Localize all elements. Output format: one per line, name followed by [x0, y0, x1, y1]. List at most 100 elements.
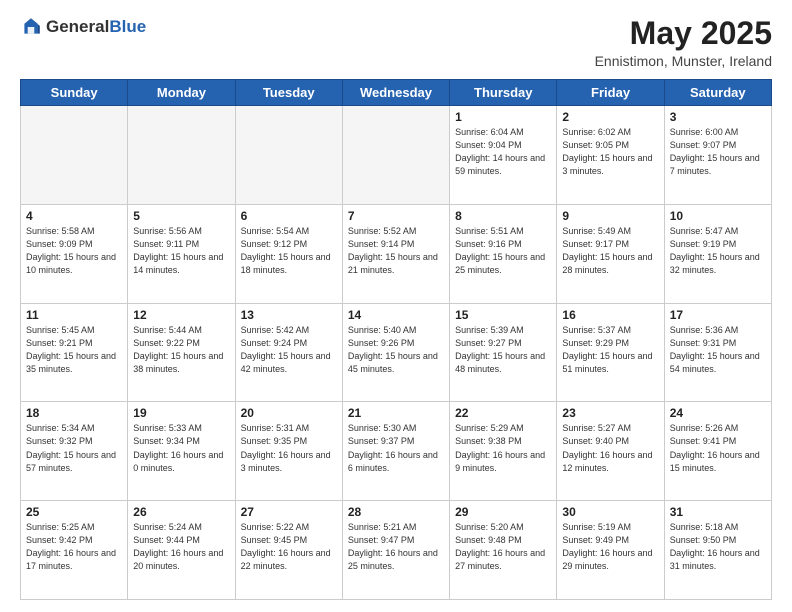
day-number: 16: [562, 308, 658, 322]
day-info: Sunrise: 5:37 AMSunset: 9:29 PMDaylight:…: [562, 324, 658, 376]
week-row-1: 1Sunrise: 6:04 AMSunset: 9:04 PMDaylight…: [21, 106, 772, 205]
calendar-cell: 7 Sunrise: 5:52 AMSunset: 9:14 PMDaylight…: [342, 204, 449, 303]
calendar-cell: 8 Sunrise: 5:51 AMSunset: 9:16 PMDaylight…: [450, 204, 557, 303]
day-number: 11: [26, 308, 122, 322]
weekday-header-tuesday: Tuesday: [235, 80, 342, 106]
day-info: Sunrise: 5:33 AMSunset: 9:34 PMDaylight:…: [133, 422, 229, 474]
calendar-cell: 25Sunrise: 5:25 AMSunset: 9:42 PMDayligh…: [21, 501, 128, 600]
day-number: 8: [455, 209, 551, 223]
day-number: 24: [670, 406, 766, 420]
day-number: 26: [133, 505, 229, 519]
calendar-cell: 6 Sunrise: 5:54 AMSunset: 9:12 PMDaylight…: [235, 204, 342, 303]
day-number: 6: [241, 209, 337, 223]
day-info: Sunrise: 5:30 AMSunset: 9:37 PMDaylight:…: [348, 422, 444, 474]
calendar-cell: 5 Sunrise: 5:56 AMSunset: 9:11 PMDaylight…: [128, 204, 235, 303]
day-number: 30: [562, 505, 658, 519]
day-number: 22: [455, 406, 551, 420]
day-number: 19: [133, 406, 229, 420]
calendar-cell: 24 Sunrise: 5:26 AMSunset: 9:41 PMDayligh…: [664, 402, 771, 501]
day-info: Sunrise: 5:26 AMSunset: 9:41 PMDaylight:…: [670, 422, 766, 474]
day-info: Sunrise: 5:19 AMSunset: 9:49 PMDaylight:…: [562, 521, 658, 573]
day-number: 23: [562, 406, 658, 420]
header: GeneralBlue May 2025 Ennistimon, Munster…: [20, 16, 772, 69]
month-year: May 2025: [595, 16, 772, 51]
day-info: Sunrise: 5:56 AMSunset: 9:11 PMDaylight:…: [133, 225, 229, 277]
day-info: Sunrise: 5:36 AMSunset: 9:31 PMDaylight:…: [670, 324, 766, 376]
day-number: 12: [133, 308, 229, 322]
day-info: Sunrise: 5:54 AMSunset: 9:12 PMDaylight:…: [241, 225, 337, 277]
day-info: Sunrise: 5:52 AMSunset: 9:14 PMDaylight:…: [348, 225, 444, 277]
day-number: 31: [670, 505, 766, 519]
day-number: 20: [241, 406, 337, 420]
day-info: Sunrise: 5:45 AMSunset: 9:21 PMDaylight:…: [26, 324, 122, 376]
day-info: Sunrise: 5:51 AMSunset: 9:16 PMDaylight:…: [455, 225, 551, 277]
day-number: 18: [26, 406, 122, 420]
day-number: 27: [241, 505, 337, 519]
calendar-cell: 18 Sunrise: 5:34 AMSunset: 9:32 PMDayligh…: [21, 402, 128, 501]
logo-text: GeneralBlue: [46, 17, 146, 37]
calendar-cell: 29 Sunrise: 5:20 AMSunset: 9:48 PMDayligh…: [450, 501, 557, 600]
calendar-cell: [128, 106, 235, 205]
calendar-cell: 13Sunrise: 5:42 AMSunset: 9:24 PMDayligh…: [235, 303, 342, 402]
day-info: Sunrise: 5:42 AMSunset: 9:24 PMDaylight:…: [241, 324, 337, 376]
location: Ennistimon, Munster, Ireland: [595, 53, 772, 69]
calendar-cell: 30 Sunrise: 5:19 AMSunset: 9:49 PMDayligh…: [557, 501, 664, 600]
calendar-cell: 15Sunrise: 5:39 AMSunset: 9:27 PMDayligh…: [450, 303, 557, 402]
title-block: May 2025 Ennistimon, Munster, Ireland: [595, 16, 772, 69]
calendar-cell: 11 Sunrise: 5:45 AMSunset: 9:21 PMDayligh…: [21, 303, 128, 402]
day-info: Sunrise: 5:27 AMSunset: 9:40 PMDaylight:…: [562, 422, 658, 474]
calendar-cell: 1Sunrise: 6:04 AMSunset: 9:04 PMDaylight…: [450, 106, 557, 205]
day-info: Sunrise: 5:58 AMSunset: 9:09 PMDaylight:…: [26, 225, 122, 277]
calendar-cell: 19 Sunrise: 5:33 AMSunset: 9:34 PMDayligh…: [128, 402, 235, 501]
calendar-cell: 21 Sunrise: 5:30 AMSunset: 9:37 PMDayligh…: [342, 402, 449, 501]
logo-general: General: [46, 17, 109, 36]
day-number: 2: [562, 110, 658, 124]
calendar-table: SundayMondayTuesdayWednesdayThursdayFrid…: [20, 79, 772, 600]
calendar-cell: 14Sunrise: 5:40 AMSunset: 9:26 PMDayligh…: [342, 303, 449, 402]
calendar-cell: 16 Sunrise: 5:37 AMSunset: 9:29 PMDayligh…: [557, 303, 664, 402]
weekday-header-sunday: Sunday: [21, 80, 128, 106]
day-number: 25: [26, 505, 122, 519]
day-info: Sunrise: 6:02 AMSunset: 9:05 PMDaylight:…: [562, 126, 658, 178]
weekday-header-row: SundayMondayTuesdayWednesdayThursdayFrid…: [21, 80, 772, 106]
day-number: 4: [26, 209, 122, 223]
day-info: Sunrise: 6:00 AMSunset: 9:07 PMDaylight:…: [670, 126, 766, 178]
day-info: Sunrise: 5:24 AMSunset: 9:44 PMDaylight:…: [133, 521, 229, 573]
logo-blue: Blue: [109, 17, 146, 36]
page: GeneralBlue May 2025 Ennistimon, Munster…: [0, 0, 792, 612]
calendar-cell: 10 Sunrise: 5:47 AMSunset: 9:19 PMDayligh…: [664, 204, 771, 303]
logo-icon: [20, 16, 42, 38]
day-number: 17: [670, 308, 766, 322]
day-info: Sunrise: 5:21 AMSunset: 9:47 PMDaylight:…: [348, 521, 444, 573]
day-info: Sunrise: 5:20 AMSunset: 9:48 PMDaylight:…: [455, 521, 551, 573]
week-row-2: 4 Sunrise: 5:58 AMSunset: 9:09 PMDaylight…: [21, 204, 772, 303]
weekday-header-thursday: Thursday: [450, 80, 557, 106]
calendar-cell: [342, 106, 449, 205]
day-info: Sunrise: 5:34 AMSunset: 9:32 PMDaylight:…: [26, 422, 122, 474]
day-number: 1: [455, 110, 551, 124]
weekday-header-wednesday: Wednesday: [342, 80, 449, 106]
calendar-cell: 12 Sunrise: 5:44 AMSunset: 9:22 PMDayligh…: [128, 303, 235, 402]
calendar-cell: 4 Sunrise: 5:58 AMSunset: 9:09 PMDaylight…: [21, 204, 128, 303]
logo: GeneralBlue: [20, 16, 146, 38]
day-number: 29: [455, 505, 551, 519]
calendar-cell: 28 Sunrise: 5:21 AMSunset: 9:47 PMDayligh…: [342, 501, 449, 600]
calendar-cell: 26 Sunrise: 5:24 AMSunset: 9:44 PMDayligh…: [128, 501, 235, 600]
day-info: Sunrise: 5:47 AMSunset: 9:19 PMDaylight:…: [670, 225, 766, 277]
day-number: 21: [348, 406, 444, 420]
day-number: 10: [670, 209, 766, 223]
day-info: Sunrise: 5:29 AMSunset: 9:38 PMDaylight:…: [455, 422, 551, 474]
calendar-cell: 9Sunrise: 5:49 AMSunset: 9:17 PMDaylight…: [557, 204, 664, 303]
calendar-cell: 3Sunrise: 6:00 AMSunset: 9:07 PMDaylight…: [664, 106, 771, 205]
day-number: 5: [133, 209, 229, 223]
calendar-cell: 27Sunrise: 5:22 AMSunset: 9:45 PMDayligh…: [235, 501, 342, 600]
calendar-cell: 23 Sunrise: 5:27 AMSunset: 9:40 PMDayligh…: [557, 402, 664, 501]
calendar-cell: 17 Sunrise: 5:36 AMSunset: 9:31 PMDayligh…: [664, 303, 771, 402]
day-number: 15: [455, 308, 551, 322]
day-info: Sunrise: 5:40 AMSunset: 9:26 PMDaylight:…: [348, 324, 444, 376]
calendar-cell: 22 Sunrise: 5:29 AMSunset: 9:38 PMDayligh…: [450, 402, 557, 501]
day-number: 7: [348, 209, 444, 223]
weekday-header-friday: Friday: [557, 80, 664, 106]
day-number: 28: [348, 505, 444, 519]
day-info: Sunrise: 5:44 AMSunset: 9:22 PMDaylight:…: [133, 324, 229, 376]
